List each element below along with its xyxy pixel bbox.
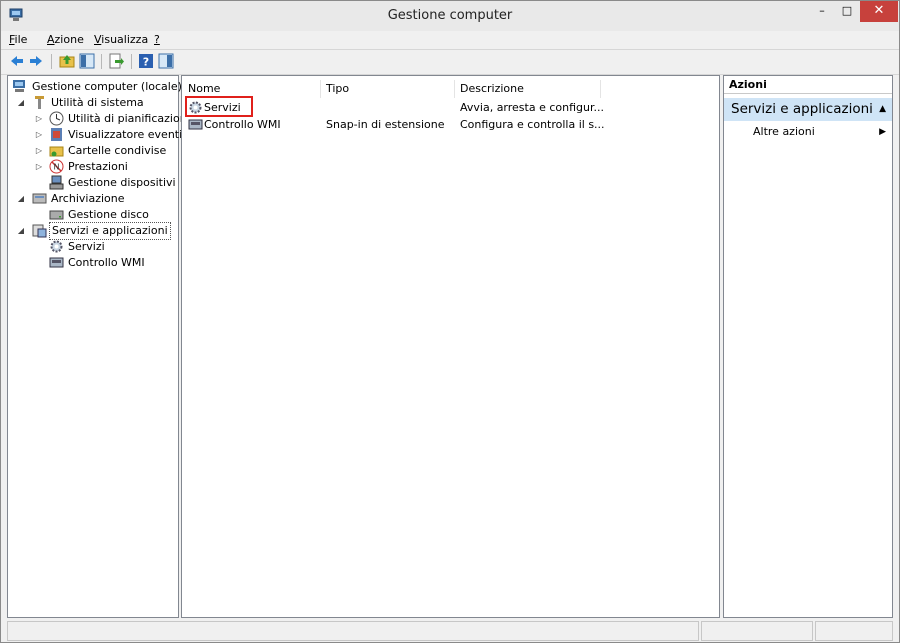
status-bar	[1, 619, 899, 642]
menu-visualizza[interactable]: Visualizza	[94, 33, 148, 46]
services-applications-icon	[32, 224, 47, 238]
device-manager-icon	[49, 175, 64, 190]
menu-accel: ?	[154, 33, 160, 46]
tools-icon	[35, 96, 44, 109]
actions-header: Azioni	[724, 76, 892, 94]
cell-type: Snap-in di estensione	[326, 118, 445, 131]
menu-bar: File Azione Visualizza ?	[1, 31, 899, 49]
column-header-descrizione[interactable]: Descrizione	[454, 80, 601, 98]
wmi-control-icon	[188, 119, 203, 130]
toolbar-separator	[101, 54, 102, 69]
help-icon[interactable]: ?	[138, 53, 154, 69]
disk-icon	[49, 210, 64, 220]
wmi-control-icon	[49, 257, 64, 268]
console-tree[interactable]: Gestione computer (locale) ◢ Utilità di …	[7, 75, 193, 618]
gear-icon	[50, 240, 63, 253]
event-viewer-icon	[51, 128, 62, 141]
expand-arrow-icon[interactable]: ▷	[34, 143, 44, 159]
menu-azione[interactable]: Azione	[47, 33, 84, 46]
tree-label: Controllo WMI	[68, 256, 145, 269]
tree-label: Cartelle condivise	[68, 144, 167, 157]
action-altre-azioni[interactable]: Altre azioni	[753, 124, 815, 140]
menu-file[interactable]: File	[9, 33, 27, 46]
collapse-arrow-icon[interactable]: ◢	[16, 95, 26, 111]
list-row-controllo-wmi[interactable]: Controllo WMI Snap-in di estensione Conf…	[182, 117, 719, 133]
result-pane[interactable]: Nome Tipo Descrizione Servizi Avvia, arr…	[181, 75, 720, 618]
minimize-button[interactable]: –	[810, 1, 834, 22]
forward-arrow-icon[interactable]	[28, 53, 44, 69]
cell-name: Controllo WMI	[204, 118, 281, 131]
collapse-arrow-icon[interactable]: ◢	[16, 191, 26, 207]
window-title: Gestione computer	[387, 8, 513, 23]
tree-label: Gestione computer (locale)	[32, 80, 182, 93]
tree-label: Utilità di pianificazione	[68, 112, 194, 125]
maximize-button[interactable]: □	[835, 1, 859, 22]
column-header-tipo[interactable]: Tipo	[320, 80, 455, 98]
show-hide-tree-icon[interactable]	[79, 53, 95, 69]
storage-icon	[32, 193, 47, 204]
mmc-window: Gestione computer – □ ✕ File Azione Visu…	[0, 0, 900, 643]
performance-icon: N	[49, 159, 64, 174]
clock-icon	[49, 111, 64, 126]
export-list-icon[interactable]	[108, 53, 124, 69]
cell-description: Avvia, arresta e configur...	[460, 101, 604, 114]
collapse-section-icon[interactable]: ▲	[879, 98, 886, 121]
tree-label: Servizi	[68, 240, 105, 253]
svg-text:?: ?	[143, 56, 149, 69]
menu-label-rest: isualizza	[101, 33, 149, 46]
actions-section-servizi-e-applicazioni[interactable]: Servizi e applicazioni ▲	[724, 98, 892, 121]
status-segment	[701, 621, 813, 641]
computer-management-icon	[13, 80, 25, 92]
tree-label-selected: Servizi e applicazioni	[49, 222, 171, 240]
tree-label: Utilità di sistema	[51, 96, 144, 109]
action-pane: Azioni Servizi e applicazioni ▲ Altre az…	[723, 75, 893, 618]
highlight-annotation-box	[185, 96, 253, 117]
cell-description: Configura e controlla il s...	[460, 118, 605, 131]
toolbar-separator	[131, 54, 132, 69]
tree-label: Visualizzatore eventi	[68, 128, 183, 141]
status-segment	[815, 621, 893, 641]
tree-label: Archiviazione	[51, 192, 125, 205]
expand-arrow-icon[interactable]: ▷	[34, 127, 44, 143]
title-bar[interactable]: Gestione computer – □ ✕	[1, 1, 899, 31]
back-arrow-icon[interactable]	[9, 53, 25, 69]
menu-label-rest: zione	[54, 33, 84, 46]
menu-help[interactable]: ?	[154, 33, 160, 46]
menu-label-rest: ile	[14, 33, 28, 46]
toolbar-separator	[51, 54, 52, 69]
toolbar: ?	[1, 49, 899, 75]
close-button[interactable]: ✕	[860, 1, 898, 22]
tree-label: Gestione dispositivi	[68, 176, 176, 189]
expand-arrow-icon[interactable]: ▷	[34, 159, 44, 175]
status-segment	[7, 621, 699, 641]
tree-label: Gestione disco	[68, 208, 149, 221]
shared-folder-icon	[49, 146, 64, 157]
list-row-servizi[interactable]: Servizi Avvia, arresta e configur...	[182, 100, 719, 116]
expand-arrow-icon[interactable]: ▷	[34, 111, 44, 127]
collapse-arrow-icon[interactable]: ◢	[16, 223, 26, 239]
up-folder-icon[interactable]	[59, 53, 75, 69]
menu-accel: A	[47, 33, 55, 46]
tree-label: Prestazioni	[68, 160, 128, 173]
svg-text:N: N	[54, 163, 60, 172]
actions-section-label: Servizi e applicazioni	[731, 101, 873, 117]
submenu-arrow-icon[interactable]: ▶	[879, 124, 886, 140]
show-hide-action-pane-icon[interactable]	[158, 53, 174, 69]
